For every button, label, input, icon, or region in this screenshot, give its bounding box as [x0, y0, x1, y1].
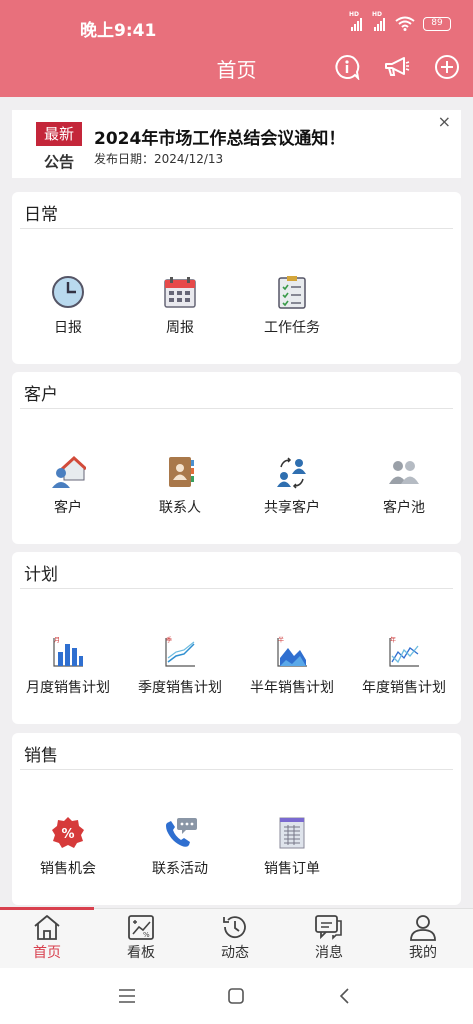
section-title: 客户	[24, 385, 58, 405]
annual-plan-button[interactable]: 年 年度销售计划	[348, 634, 460, 697]
dashboard-icon: %	[128, 915, 154, 940]
shared-customer-button[interactable]: 共享客户	[236, 454, 348, 517]
close-icon[interactable]: ×	[438, 112, 451, 131]
tab-home[interactable]: 首页	[0, 911, 94, 969]
tab-dashboard[interactable]: % 看板	[94, 911, 188, 969]
section-customer: 客户 客户 联系人 共享客户 客户池	[12, 372, 461, 544]
trend-chart-icon: 年	[389, 636, 419, 667]
divider	[20, 408, 453, 409]
home-nav-button[interactable]	[222, 982, 250, 1010]
user-icon	[410, 915, 436, 941]
calendar-icon	[164, 277, 196, 308]
square-icon	[228, 988, 244, 1004]
history-icon	[223, 916, 246, 939]
section-daily: 日常 日报 周报 工作任务	[12, 192, 461, 364]
tab-messages[interactable]: 消息	[282, 911, 376, 969]
svg-text:%: %	[143, 931, 150, 939]
daily-report-button[interactable]: 日报	[12, 274, 124, 337]
users-group-icon	[389, 461, 419, 484]
svg-text:半: 半	[278, 636, 284, 644]
sales-opportunity-button[interactable]: % 销售机会	[12, 815, 124, 878]
contacts-button[interactable]: 联系人	[124, 454, 236, 517]
shared-users-icon	[277, 457, 306, 489]
bottom-tab-bar: 首页 % 看板 动态 消息 我的	[0, 907, 473, 969]
svg-text:年: 年	[390, 636, 396, 644]
active-tab-indicator	[0, 907, 94, 910]
plus-circle-icon	[435, 55, 459, 79]
phone-chat-icon	[166, 818, 197, 847]
customer-button[interactable]: 客户	[12, 454, 124, 517]
customer-pool-button[interactable]: 客户池	[348, 454, 460, 517]
sales-order-button[interactable]: 销售订单	[236, 815, 348, 878]
area-chart-icon: 半	[277, 636, 307, 667]
bar-chart-icon: 月	[53, 637, 83, 667]
menu-icon	[119, 989, 135, 1003]
wifi-icon	[395, 16, 415, 31]
line-chart-icon: 季	[165, 636, 195, 667]
new-badge: 最新	[36, 122, 82, 146]
notice-title[interactable]: 2024年市场工作总结会议通知！	[94, 124, 345, 149]
back-chevron-icon	[339, 988, 349, 1004]
section-title: 销售	[24, 746, 58, 766]
add-button[interactable]	[433, 53, 461, 81]
notice-badge-label: 公告	[43, 153, 74, 171]
svg-text:月: 月	[54, 637, 60, 644]
signal-icon: HD	[349, 11, 362, 31]
address-book-icon	[169, 457, 194, 487]
half-year-plan-button[interactable]: 半 半年销售计划	[236, 634, 348, 697]
svg-text:%: %	[61, 827, 74, 842]
battery-icon: 89	[423, 16, 451, 31]
status-icons: HD HD 89	[349, 11, 451, 31]
notice-date: 发布日期：2024/12/13	[94, 152, 224, 166]
home-icon	[34, 915, 60, 940]
status-bar: 晚上9:41 HD HD 89	[0, 0, 473, 50]
info-icon	[335, 54, 360, 80]
megaphone-icon	[385, 57, 410, 76]
announcement-banner[interactable]: 最新 公告 2024年市场工作总结会议通知！ 发布日期：2024/12/13 ×	[12, 110, 461, 178]
discount-badge-icon: %	[52, 817, 84, 848]
section-sales: 销售 % 销售机会 联系活动 销售订单	[12, 733, 461, 905]
divider	[20, 228, 453, 229]
order-form-icon	[279, 817, 305, 849]
quarterly-plan-button[interactable]: 季 季度销售计划	[124, 634, 236, 697]
work-task-button[interactable]: 工作任务	[236, 274, 348, 337]
info-button[interactable]	[333, 53, 361, 81]
weekly-report-button[interactable]: 周报	[124, 274, 236, 337]
monthly-plan-button[interactable]: 月 月度销售计划	[12, 634, 124, 697]
signal-icon: HD	[372, 11, 385, 31]
section-title: 日常	[24, 205, 58, 225]
divider	[20, 769, 453, 770]
tab-activity[interactable]: 动态	[188, 911, 282, 969]
tab-profile[interactable]: 我的	[376, 911, 470, 969]
back-nav-button[interactable]	[331, 982, 359, 1010]
section-title: 计划	[24, 565, 58, 585]
system-navigation-bar	[0, 968, 473, 1024]
svg-text:季: 季	[166, 636, 172, 644]
customer-house-icon	[52, 455, 86, 488]
app-header: 晚上9:41 HD HD 89 首页	[0, 0, 473, 97]
status-time: 晚上9:41	[80, 21, 157, 41]
checklist-icon	[278, 276, 306, 309]
section-plan: 计划 月 月度销售计划 季 季度销售计划 半 半年销售计划 年 年度销售计划	[12, 552, 461, 724]
recent-apps-button[interactable]	[113, 982, 141, 1010]
divider	[20, 588, 453, 589]
clock-icon	[52, 276, 84, 308]
chat-icon	[315, 915, 342, 940]
contact-activity-button[interactable]: 联系活动	[124, 815, 236, 878]
announcement-button[interactable]	[383, 53, 411, 81]
